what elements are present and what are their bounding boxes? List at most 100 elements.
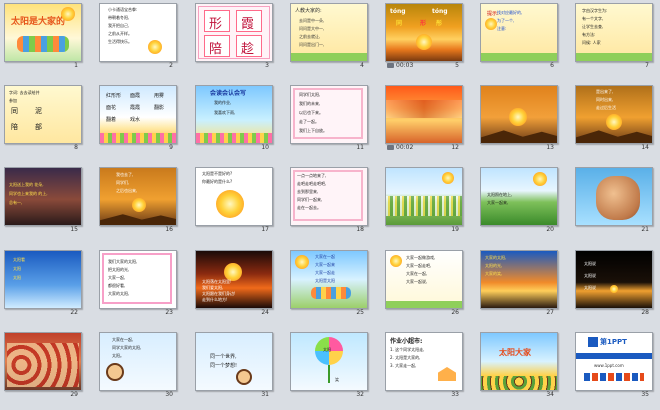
slide-preview[interactable]: 太阳是不是好的? 你最好的是什么? bbox=[195, 167, 273, 226]
slide-thumbnail-25[interactable]: 大家在一起 大家一起来 大家一起走 太阳是太阳 25 bbox=[290, 250, 368, 318]
slide-thumbnail-2[interactable]: 小卡通语宝合拳: 带朝着冬阳, 我开把自己, 之前从开样。 生活得快乐。 2 bbox=[99, 3, 177, 71]
slide-text-line: 大家一起说, bbox=[406, 279, 428, 284]
slide-thumbnail-11[interactable]: 同学们太阳, 我们的未来, 以后也下来。 走了一起。 我们上下自放。 11 bbox=[290, 85, 368, 153]
slide-thumbnail-32[interactable]: 太阳笑 32 bbox=[290, 332, 368, 400]
slide-preview[interactable]: 我也去了, 同学们, 之后也出来, bbox=[99, 167, 177, 226]
slide-text-line: 我喜欢下雨, bbox=[214, 110, 236, 115]
slide-preview[interactable]: 太阳大家 bbox=[480, 332, 558, 391]
slide-text-line: 参加 bbox=[9, 98, 17, 103]
slide-preview[interactable]: 字由汉字生为: 有一个文字, 让学生去查, 有方法: 问候: 人家 bbox=[575, 3, 653, 62]
slide-number: 14 bbox=[641, 144, 649, 151]
slide-thumbnail-26[interactable]: 大家一起做游戏, 大家一起走吧, 大家在一起, 大家一起说, 26 bbox=[385, 250, 463, 318]
grass-strip bbox=[481, 53, 557, 61]
slide-preview[interactable]: tóng tóng 同 形 彤 bbox=[385, 3, 463, 62]
vocab-word: 红形形 bbox=[106, 93, 122, 99]
slide-thumbnail-30[interactable]: 大家在一起, 同学大家的太阳, 太阳。 30 bbox=[99, 332, 177, 400]
slide-thumbnail-15[interactable]: 太阳送上我的 花朵, 同学也上来我的 的上, 总有一, 15 bbox=[4, 167, 82, 235]
slide-preview[interactable]: 会读会认会写 我的作业, 我喜欢下雨, bbox=[195, 85, 273, 144]
slide-preview[interactable]: 红形形 面霞 用雾 面花 霞霞 翻影 翻着 戏水 bbox=[99, 85, 177, 144]
slide-thumbnail-10[interactable]: 会读会认会写 我的作业, 我喜欢下雨, 10 bbox=[195, 85, 273, 153]
slide-text-line: 字由汉字生为: bbox=[582, 8, 608, 13]
slide-preview[interactable] bbox=[4, 332, 82, 391]
slide-thumbnail-9[interactable]: 红形形 面霞 用雾 面花 霞霞 翻影 翻着 戏水 9 bbox=[99, 85, 177, 153]
slide-preview[interactable]: 大家在一起 大家一起来 大家一起走 太阳是太阳 bbox=[290, 250, 368, 309]
slide-preview[interactable]: 大家在一起, 同学大家的太阳, 太阳。 bbox=[99, 332, 177, 391]
slide-preview[interactable]: 第1PPT www.1ppt.com bbox=[575, 332, 653, 391]
slide-thumbnail-33[interactable]: 作业小超市: 1. 这个同学太阳走, 2. 太阳是大家的, 3. 大家走一起, 33 bbox=[385, 332, 463, 400]
slide-thumbnail-20[interactable]: 太阳照在地上, 大家一起来, 20 bbox=[480, 167, 558, 235]
slide-thumbnail-27[interactable]: 大家的太阳, 太阳的光, 大家的笑, 27 bbox=[480, 250, 558, 318]
slide-thumbnail-1[interactable]: 太阳是大家的 1 bbox=[4, 3, 82, 71]
slide-thumbnail-13[interactable]: 13 bbox=[480, 85, 558, 153]
slide-thumbnail-23[interactable]: 我们大家的太阳, 把太阳的光, 大家一起, 都很好看, 大家的太阳, 23 bbox=[99, 250, 177, 318]
slide-preview[interactable]: 同一个世界, 同一个梦想! bbox=[195, 332, 273, 391]
slide-thumbnail-16[interactable]: 我也去了, 同学们, 之后也出来, 16 bbox=[99, 167, 177, 235]
slide-preview[interactable]: 一点一点地来了, 走吧走吧走吧吧, 去到那里来, 同学们一起来, 走在一起去。 bbox=[290, 167, 368, 226]
slide-thumbnail-22[interactable]: 太阳看 太阳 太阳 22 bbox=[4, 250, 82, 318]
slide-text-line: 让学生去查, bbox=[582, 24, 604, 29]
vocab-word: 翻着 bbox=[106, 117, 117, 123]
slide-preview[interactable] bbox=[575, 167, 653, 226]
slide-preview[interactable]: 太阳看 太阳 太阳 bbox=[4, 250, 82, 309]
slide-preview[interactable]: 太阳照在地上, 大家一起来, bbox=[480, 167, 558, 226]
slide-thumbnail-28[interactable]: 太阳说 太阳说 太阳说 28 bbox=[575, 250, 653, 318]
slide-preview[interactable]: 我们大家的太阳, 把太阳的光, 大家一起, 都很好看, 大家的太阳, bbox=[99, 250, 177, 309]
slide-preview[interactable]: 字词: 去去读给并 参加同 泥陪 部 bbox=[4, 85, 82, 144]
slide-preview[interactable]: 大家的太阳, 太阳的光, 大家的笑, bbox=[480, 250, 558, 309]
slide-preview[interactable]: 太阳说 太阳说 太阳说 bbox=[575, 250, 653, 309]
slide-thumbnail-6[interactable]: 提示: 找对应最好的, 为了一个, 注意: 6 bbox=[480, 3, 558, 71]
slide-thumbnail-5[interactable]: tóng tóng 同 形 彤 00:03 5 bbox=[385, 3, 463, 71]
slide-thumbnail-3[interactable]: 形 霞陪 趁 3 bbox=[195, 3, 273, 71]
slide-preview[interactable]: 大家一起做游戏, 大家一起走吧, 大家在一起, 大家一起说, bbox=[385, 250, 463, 309]
slide-thumbnail-29[interactable]: 29 bbox=[4, 332, 82, 400]
slide-thumbnail-19[interactable]: 19 bbox=[385, 167, 463, 235]
child-face-icon bbox=[236, 369, 252, 385]
slide-preview[interactable]: 形 霞陪 趁 bbox=[195, 3, 273, 62]
char-label: 陪 bbox=[209, 42, 223, 57]
slide-thumbnail-31[interactable]: 同一个世界, 同一个梦想! 31 bbox=[195, 332, 273, 400]
slide-meta: 29 bbox=[4, 391, 82, 400]
slide-number: 6 bbox=[550, 62, 554, 69]
slide-thumbnail-12[interactable]: 00:02 12 bbox=[385, 85, 463, 153]
slide-number: 13 bbox=[546, 144, 554, 151]
slide-text-line: 太阳是不是好的? bbox=[202, 171, 233, 176]
logo-tiles bbox=[584, 373, 644, 381]
slide-title: 会读会认会写 bbox=[210, 90, 247, 97]
slide-text-line: 找对应最好的, bbox=[497, 10, 523, 15]
slide-number: 12 bbox=[451, 144, 459, 151]
slide-preview[interactable]: 作业小超市: 1. 这个同学太阳走, 2. 太阳是大家的, 3. 大家走一起, bbox=[385, 332, 463, 391]
slide-thumbnail-8[interactable]: 字词: 去去读给并 参加同 泥陪 部 8 bbox=[4, 85, 82, 153]
slide-preview[interactable] bbox=[480, 85, 558, 144]
slide-preview[interactable]: 人教大家的: 去问是中一朵, 问问是大中一, 之前去就让, 问问是出门一, bbox=[290, 3, 368, 62]
slide-preview[interactable] bbox=[385, 167, 463, 226]
slide-text-line: 去到那里来, bbox=[297, 189, 319, 194]
slide-timing: 00:03 bbox=[396, 62, 414, 69]
slide-preview[interactable]: 是出来了, 同时出来, 走过后生活 bbox=[575, 85, 653, 144]
slide-thumbnail-17[interactable]: 太阳是不是好的? 你最好的是什么? 17 bbox=[195, 167, 273, 235]
slide-preview[interactable]: 同学们太阳, 我们的未来, 以后也下来。 走了一起。 我们上下自放。 bbox=[290, 85, 368, 144]
slide-number: 25 bbox=[356, 309, 364, 316]
slide-preview[interactable]: 小卡通语宝合拳: 带朝着冬阳, 我开把自己, 之前从开样。 生活得快乐。 bbox=[99, 3, 177, 62]
slide-preview[interactable]: 太阳落在太阳里! 我们爱太阳, 太阳跟在我们身边! 走到什么地方! bbox=[195, 250, 273, 309]
slide-number: 22 bbox=[70, 309, 78, 316]
slide-preview[interactable]: 太阳是大家的 bbox=[4, 3, 82, 62]
slide-thumbnail-35[interactable]: 第1PPT www.1ppt.com 35 bbox=[575, 332, 653, 400]
slide-thumbnail-4[interactable]: 人教大家的: 去问是中一朵, 问问是大中一, 之前去就让, 问问是出门一, 4 bbox=[290, 3, 368, 71]
slide-thumbnail-24[interactable]: 太阳落在太阳里! 我们爱太阳, 太阳跟在我们身边! 走到什么地方! 24 bbox=[195, 250, 273, 318]
slide-thumbnail-14[interactable]: 是出来了, 同时出来, 走过后生活 14 bbox=[575, 85, 653, 153]
slide-thumbnail-34[interactable]: 太阳大家 34 bbox=[480, 332, 558, 400]
pinyin-word: 形 bbox=[420, 20, 427, 27]
slide-preview[interactable]: 太阳笑 bbox=[290, 332, 368, 391]
slide-preview[interactable] bbox=[385, 85, 463, 144]
slide-text-line: 走在一起去。 bbox=[297, 205, 321, 210]
slide-preview[interactable]: 太阳送上我的 花朵, 同学也上来我的 的上, 总有一, bbox=[4, 167, 82, 226]
slide-preview[interactable]: 提示: 找对应最好的, 为了一个, 注意: bbox=[480, 3, 558, 62]
slide-thumbnail-21[interactable]: 21 bbox=[575, 167, 653, 235]
slide-thumbnail-18[interactable]: 一点一点地来了, 走吧走吧走吧吧, 去到那里来, 同学们一起来, 走在一起去。 18 bbox=[290, 167, 368, 235]
slide-text-line: 3. 大家走一起, bbox=[390, 363, 417, 368]
slide-thumbnail-7[interactable]: 字由汉字生为: 有一个文字, 让学生去查, 有方法: 问候: 人家 7 bbox=[575, 3, 653, 71]
slide-text-line: 大家一起走吧, bbox=[406, 263, 432, 268]
word-pair: 同 bbox=[11, 107, 18, 115]
word-pair: 泥 bbox=[35, 107, 42, 115]
slide-meta: 1 bbox=[4, 62, 82, 71]
